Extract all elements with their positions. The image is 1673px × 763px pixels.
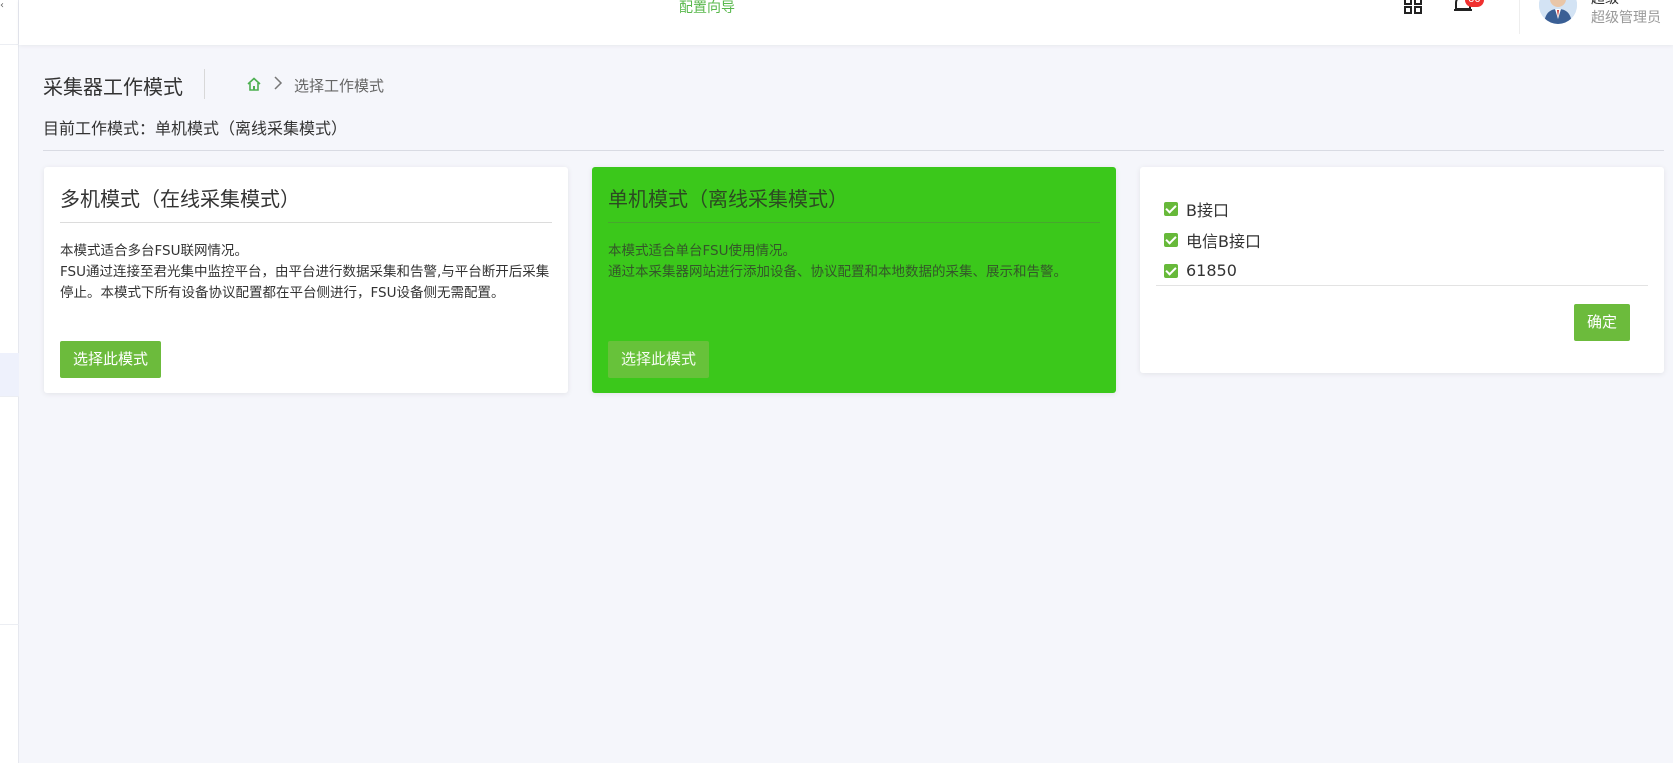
card-description: 本模式适合多台FSU联网情况。 FSU通过连接至君光集中监控平台，由平台进行数据… bbox=[60, 241, 552, 304]
interface-checkbox-list: B接口 电信B接口 61850 bbox=[1164, 193, 1261, 286]
card-title: 单机模式（离线采集模式） bbox=[608, 187, 848, 211]
single-machine-mode-card: 单机模式（离线采集模式） 本模式适合单台FSU使用情况。 通过本采集器网站进行添… bbox=[592, 167, 1116, 393]
section-divider bbox=[43, 150, 1664, 151]
sidebar-divider bbox=[0, 44, 19, 45]
checkbox-b-interface[interactable]: B接口 bbox=[1164, 193, 1261, 224]
breadcrumb-current: 选择工作模式 bbox=[294, 77, 385, 95]
page-title: 采集器工作模式 bbox=[43, 75, 183, 99]
multi-machine-mode-card: 多机模式（在线采集模式） 本模式适合多台FSU联网情况。 FSU通过连接至君光集… bbox=[44, 167, 568, 393]
title-separator bbox=[204, 69, 205, 99]
card-description: 本模式适合单台FSU使用情况。 通过本采集器网站进行添加设备、协议配置和本地数据… bbox=[608, 241, 1100, 283]
sidebar-item-active[interactable] bbox=[0, 353, 19, 396]
notification-badge: 60 bbox=[1465, 0, 1484, 7]
chevron-right-icon bbox=[274, 76, 283, 90]
home-icon[interactable] bbox=[246, 76, 262, 92]
checkbox-checked-icon[interactable] bbox=[1164, 263, 1178, 278]
card-description-line: FSU通过连接至君光集中监控平台，由平台进行数据采集和告警,与平台断开后采集停止… bbox=[60, 264, 550, 301]
card-divider bbox=[1156, 285, 1648, 286]
checkbox-checked-icon[interactable] bbox=[1164, 232, 1178, 247]
checkbox-checked-icon[interactable] bbox=[1164, 201, 1178, 216]
header-divider bbox=[1519, 0, 1520, 34]
top-header: 配置向导 60 超级 超级管理员 bbox=[19, 0, 1673, 45]
current-mode-label: 目前工作模式：单机模式（离线采集模式） bbox=[43, 119, 348, 138]
avatar-image bbox=[1539, 0, 1577, 24]
apps-grid-icon[interactable] bbox=[1404, 0, 1422, 14]
card-title: 多机模式（在线采集模式） bbox=[60, 187, 300, 211]
chevron-left-icon[interactable]: ‹ bbox=[0, 0, 4, 11]
card-description-line: 本模式适合单台FSU使用情况。 bbox=[608, 243, 796, 259]
checkbox-telecom-b-interface[interactable]: 电信B接口 bbox=[1164, 224, 1261, 255]
card-divider bbox=[608, 222, 1100, 223]
confirm-button[interactable]: 确定 bbox=[1574, 304, 1631, 341]
user-role: 超级管理员 bbox=[1591, 10, 1661, 26]
sidebar-divider bbox=[0, 396, 19, 397]
checkbox-61850[interactable]: 61850 bbox=[1164, 255, 1261, 286]
interface-selection-card: B接口 电信B接口 61850 确定 bbox=[1140, 167, 1664, 373]
checkbox-label[interactable]: 电信B接口 bbox=[1186, 228, 1261, 252]
sidebar-divider bbox=[0, 624, 19, 625]
checkbox-label[interactable]: 61850 bbox=[1186, 261, 1237, 280]
card-description-line: 本模式适合多台FSU联网情况。 bbox=[60, 243, 248, 259]
select-single-mode-button[interactable]: 选择此模式 bbox=[608, 341, 710, 378]
sidebar: ‹ bbox=[0, 0, 19, 763]
card-divider bbox=[60, 222, 552, 223]
select-multi-mode-button[interactable]: 选择此模式 bbox=[60, 341, 162, 378]
card-description-line: 通过本采集器网站进行添加设备、协议配置和本地数据的采集、展示和告警。 bbox=[608, 264, 1067, 280]
config-wizard-link[interactable]: 配置向导 bbox=[679, 0, 735, 17]
checkbox-label[interactable]: B接口 bbox=[1186, 197, 1229, 221]
avatar[interactable] bbox=[1539, 0, 1577, 24]
